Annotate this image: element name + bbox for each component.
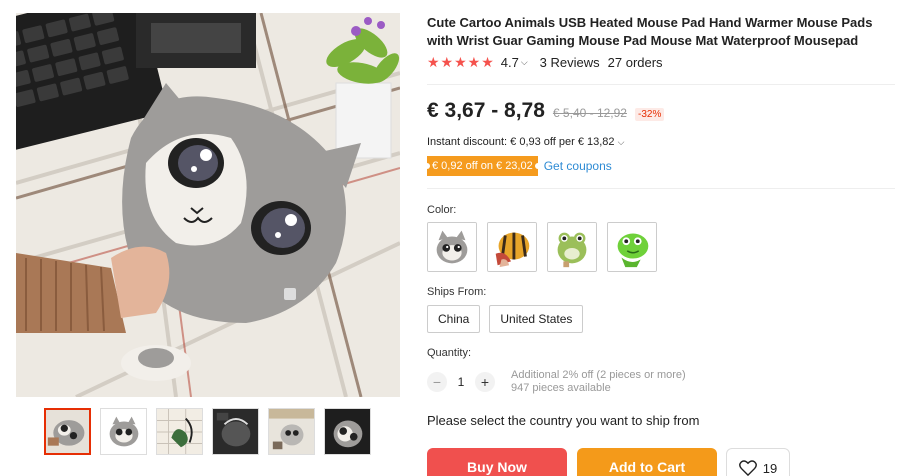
ships-from-options: China United States: [427, 305, 584, 333]
quantity-increase-button[interactable]: +: [475, 372, 495, 392]
rating-value[interactable]: 4.7: [501, 55, 519, 70]
color-label: Color:: [427, 204, 457, 216]
color-options: [427, 222, 657, 272]
price-row: € 3,67 - 8,78 € 5,40 - 12,92 -32%: [427, 99, 665, 123]
thumbnail-4[interactable]: [212, 408, 259, 455]
thumbnail-3[interactable]: [156, 408, 203, 455]
quantity-decrease-button[interactable]: −: [427, 372, 447, 392]
orders-count: 27 orders: [607, 55, 663, 70]
original-price: € 5,40 - 12,92: [552, 106, 627, 120]
rating-row: ★★★★★ 4.7 ⌵ 3 Reviews 27 orders: [427, 54, 663, 71]
color-option-gray-cat[interactable]: [427, 222, 477, 272]
quantity-info: Additional 2% off (2 pieces or more) 947…: [511, 369, 686, 395]
product-main-image[interactable]: [16, 13, 400, 397]
color-option-green-dino[interactable]: [607, 222, 657, 272]
coupon-row: € 0,92 off on € 23,02 Get coupons: [424, 156, 612, 176]
stock-available-text: 947 pieces available: [511, 382, 611, 394]
gray-cat-mousepad-image: [16, 13, 400, 397]
get-coupons-link[interactable]: Get coupons: [544, 159, 612, 173]
color-option-green-frog[interactable]: [547, 222, 597, 272]
bulk-discount-text: Additional 2% off (2 pieces or more): [511, 369, 686, 381]
color-option-bee[interactable]: [487, 222, 537, 272]
ship-country-note: Please select the country you want to sh…: [427, 413, 700, 428]
ship-option-china[interactable]: China: [427, 305, 481, 333]
add-to-cart-button[interactable]: Add to Cart: [577, 448, 717, 476]
rating-stars: ★★★★★: [427, 54, 495, 70]
quantity-label: Quantity:: [427, 347, 472, 359]
wishlist-button[interactable]: 19: [726, 448, 790, 476]
thumbnail-5[interactable]: [268, 408, 315, 455]
chevron-down-icon[interactable]: ⌵: [521, 57, 528, 68]
divider: [427, 188, 895, 189]
ships-from-label: Ships From:: [427, 286, 487, 298]
quantity-stepper: − 1 + Additional 2% off (2 pieces or mor…: [427, 369, 686, 395]
chevron-down-icon: ⌵: [617, 137, 625, 147]
coupon-tag[interactable]: € 0,92 off on € 23,02: [424, 156, 541, 176]
instant-discount[interactable]: Instant discount: € 0,93 off per € 13,82…: [427, 136, 624, 148]
thumbnail-6[interactable]: [324, 408, 371, 455]
wishlist-count: 19: [762, 460, 778, 476]
discount-badge: -32%: [634, 108, 665, 121]
ship-option-united-states[interactable]: United States: [489, 305, 584, 333]
thumbnail-strip: [44, 408, 371, 455]
product-title: Cute Cartoo Animals USB Heated Mouse Pad…: [427, 15, 873, 48]
thumbnail-2[interactable]: [100, 408, 147, 455]
divider: [427, 84, 895, 85]
heart-icon: [738, 460, 757, 476]
current-price: € 3,67 - 8,78: [427, 99, 545, 122]
buy-now-button[interactable]: Buy Now: [427, 448, 567, 476]
quantity-value[interactable]: 1: [447, 375, 475, 389]
thumbnail-1[interactable]: [44, 408, 91, 455]
instant-discount-text: Instant discount: € 0,93 off per € 13,82: [427, 136, 615, 148]
reviews-link[interactable]: 3 Reviews: [540, 55, 600, 70]
